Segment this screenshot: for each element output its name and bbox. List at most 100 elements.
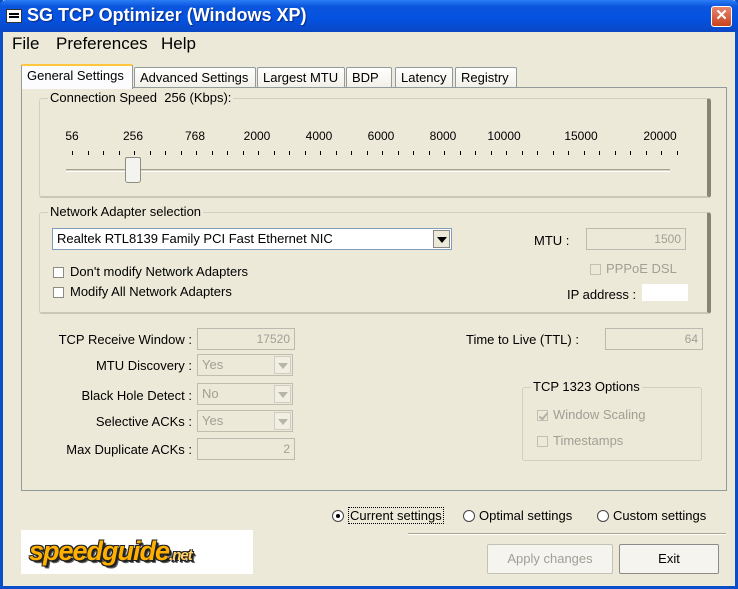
mtu-discovery-value: Yes bbox=[202, 357, 224, 372]
slider-tick bbox=[599, 151, 600, 155]
ttl-label: Time to Live (TTL) : bbox=[466, 332, 579, 347]
slider-tick bbox=[366, 151, 368, 155]
slider-tick bbox=[676, 151, 678, 155]
slider-tick bbox=[335, 151, 337, 155]
timestamps-checkbox[interactable] bbox=[537, 436, 548, 447]
slider-tick bbox=[537, 151, 538, 155]
speed-tick-label: 56 bbox=[65, 129, 79, 143]
speed-tick-label: 2000 bbox=[243, 129, 271, 143]
slider-tick bbox=[645, 151, 647, 155]
pppoe-checkbox[interactable] bbox=[590, 264, 601, 275]
slider-tick bbox=[227, 151, 228, 155]
window-scaling-checkbox[interactable] bbox=[537, 410, 548, 421]
slider-tick bbox=[196, 151, 197, 155]
app-icon bbox=[6, 9, 22, 23]
button-separator bbox=[408, 533, 726, 535]
mtu-label: MTU : bbox=[534, 233, 570, 248]
slider-tick bbox=[180, 151, 182, 155]
app-window: SG TCP Optimizer (Windows XP) ✕ File Pre… bbox=[0, 0, 738, 589]
optimal-settings-label[interactable]: Optimal settings bbox=[479, 508, 572, 523]
slider-tick bbox=[165, 151, 166, 155]
mtu-discovery-label: MTU Discovery : bbox=[95, 358, 192, 373]
speed-slider-track[interactable] bbox=[66, 169, 670, 172]
max-duplicate-acks-field[interactable]: 2 bbox=[197, 438, 295, 460]
black-hole-detect-value: No bbox=[202, 386, 219, 401]
slider-tick bbox=[552, 151, 554, 155]
slider-tick bbox=[211, 151, 213, 155]
tab-general-settings[interactable]: General Settings bbox=[21, 64, 133, 89]
tcp-receive-window-field[interactable]: 17520 bbox=[197, 328, 295, 350]
black-hole-detect-label: Black Hole Detect : bbox=[81, 388, 192, 403]
close-button[interactable]: ✕ bbox=[711, 6, 732, 27]
menu-bar: File Preferences Help bbox=[3, 32, 735, 54]
mtu-field[interactable]: 1500 bbox=[586, 228, 686, 250]
speedguide-logo: speedguide.net bbox=[21, 530, 253, 574]
window-scaling-label: Window Scaling bbox=[553, 407, 646, 422]
apply-changes-button[interactable]: Apply changes bbox=[487, 544, 613, 574]
slider-tick bbox=[134, 151, 135, 155]
black-hole-detect-dropdown[interactable]: No bbox=[197, 383, 293, 405]
optimal-settings-radio[interactable] bbox=[463, 510, 475, 522]
slider-tick bbox=[490, 151, 492, 155]
custom-settings-radio[interactable] bbox=[597, 510, 609, 522]
menu-help[interactable]: Help bbox=[161, 34, 196, 54]
slider-tick bbox=[428, 151, 430, 155]
speed-tick-label: 4000 bbox=[305, 129, 333, 143]
exit-button[interactable]: Exit bbox=[619, 544, 719, 574]
tab-bdp[interactable]: BDP bbox=[346, 67, 392, 88]
speed-slider-thumb[interactable] bbox=[125, 157, 141, 183]
tcp-1323-options-group: TCP 1323 Options Window Scaling Timestam… bbox=[522, 379, 702, 461]
connection-speed-value: 256 (Kbps): bbox=[164, 90, 232, 105]
dropdown-arrow-icon[interactable] bbox=[274, 412, 291, 430]
connection-speed-group: Connection Speed 256 (Kbps): 56 256 768 … bbox=[39, 90, 711, 198]
dropdown-arrow-icon[interactable] bbox=[274, 356, 291, 374]
network-adapter-group: Network Adapter selection Realtek RTL813… bbox=[39, 204, 711, 314]
tab-latency[interactable]: Latency bbox=[395, 67, 453, 88]
slider-tick bbox=[273, 151, 275, 155]
max-duplicate-acks-label: Max Duplicate ACKs : bbox=[66, 442, 192, 457]
pppoe-label: PPPoE DSL bbox=[606, 261, 677, 276]
tab-largest-mtu[interactable]: Largest MTU bbox=[257, 67, 345, 88]
ttl-field[interactable]: 64 bbox=[605, 328, 703, 350]
custom-settings-label[interactable]: Custom settings bbox=[613, 508, 706, 523]
slider-tick bbox=[118, 151, 120, 155]
tcp-1323-group-label: TCP 1323 Options bbox=[531, 379, 642, 394]
slider-tick bbox=[614, 151, 616, 155]
slider-tick bbox=[475, 151, 476, 155]
network-adapter-dropdown[interactable]: Realtek RTL8139 Family PCI Fast Ethernet… bbox=[52, 228, 452, 250]
general-settings-panel: Connection Speed 256 (Kbps): 56 256 768 … bbox=[21, 87, 727, 491]
slider-tick bbox=[72, 151, 73, 155]
slider-tick bbox=[630, 151, 631, 155]
logo-wordmark: speedguide.net bbox=[29, 536, 193, 566]
dont-modify-label: Don't modify Network Adapters bbox=[70, 264, 249, 279]
tab-advanced-settings[interactable]: Advanced Settings bbox=[134, 67, 256, 88]
timestamps-label: Timestamps bbox=[553, 433, 624, 448]
menu-file[interactable]: File bbox=[12, 34, 39, 54]
slider-tick bbox=[397, 151, 399, 155]
menu-preferences[interactable]: Preferences bbox=[56, 34, 148, 54]
dropdown-arrow-icon[interactable] bbox=[274, 385, 291, 403]
slider-tick bbox=[258, 151, 259, 155]
speed-tick-label: 8000 bbox=[429, 129, 457, 143]
dont-modify-checkbox[interactable] bbox=[53, 267, 64, 278]
modify-all-label: Modify All Network Adapters bbox=[70, 284, 232, 299]
slider-tick bbox=[506, 151, 507, 155]
current-settings-radio[interactable] bbox=[332, 510, 344, 522]
slider-tick bbox=[444, 151, 445, 155]
modify-all-checkbox[interactable] bbox=[53, 287, 64, 298]
slider-tick bbox=[149, 151, 151, 155]
title-bar[interactable]: SG TCP Optimizer (Windows XP) ✕ bbox=[0, 0, 738, 32]
slider-tick bbox=[103, 151, 104, 155]
speed-tick-label: 10000 bbox=[487, 129, 521, 143]
dropdown-arrow-icon[interactable] bbox=[433, 230, 450, 248]
slider-tick bbox=[304, 151, 306, 155]
slider-tick bbox=[320, 151, 321, 155]
selective-acks-dropdown[interactable]: Yes bbox=[197, 410, 293, 432]
selective-acks-value: Yes bbox=[202, 413, 224, 428]
ip-address-field[interactable] bbox=[642, 284, 688, 301]
mtu-discovery-dropdown[interactable]: Yes bbox=[197, 354, 293, 376]
tab-registry[interactable]: Registry bbox=[455, 67, 517, 88]
slider-tick bbox=[459, 151, 461, 155]
current-settings-label[interactable]: Current settings bbox=[348, 507, 444, 524]
slider-tick bbox=[289, 151, 290, 155]
